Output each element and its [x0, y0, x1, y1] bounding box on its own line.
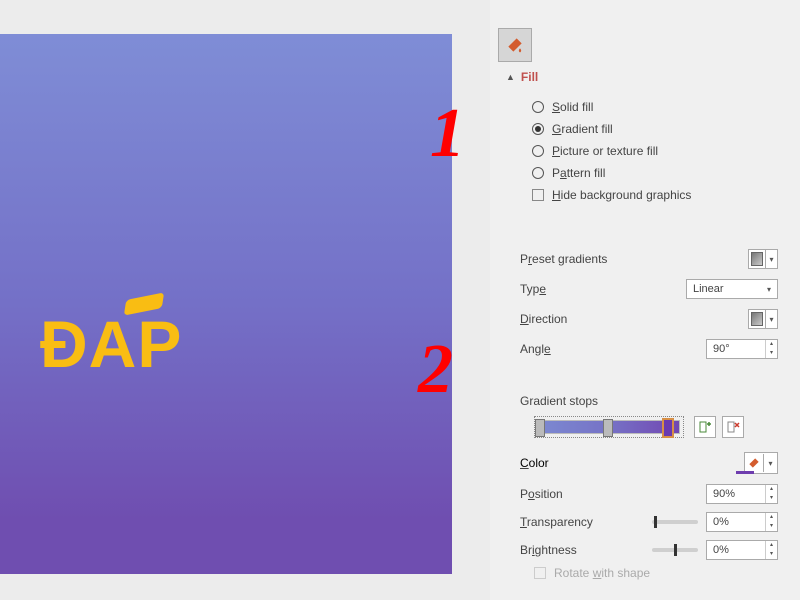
radio-label: Pattern fill	[552, 166, 605, 180]
gradient-stops-strip[interactable]	[534, 416, 684, 438]
transparency-slider[interactable]	[652, 520, 698, 524]
rotate-with-shape-checkbox: Rotate with shape	[534, 566, 650, 580]
annotation-1: 1	[430, 94, 465, 174]
checkbox-label: Hide background graphics	[552, 188, 691, 202]
gradient-stop-1[interactable]	[535, 419, 545, 437]
gradient-settings: Preset gradients ▾ Type Linear ▾ Directi…	[520, 244, 778, 364]
chevron-down-icon: ▾	[763, 454, 777, 472]
radio-icon	[532, 145, 544, 157]
brightness-label: Brightness	[520, 543, 577, 557]
transparency-spinner[interactable]: 0% ▴▾	[706, 512, 778, 532]
brightness-slider[interactable]	[652, 548, 698, 552]
type-label: Type	[520, 282, 546, 296]
gradient-stop-3[interactable]	[663, 419, 673, 437]
radio-icon	[532, 167, 544, 179]
gradient-swatch-icon	[751, 252, 763, 266]
spinner-buttons[interactable]: ▴▾	[765, 513, 777, 531]
radio-picture-fill[interactable]: Picture or texture fill	[532, 140, 691, 162]
format-panel: ▲ Fill Solid fill Gradient fill Picture …	[490, 0, 800, 600]
radio-label: Picture or texture fill	[552, 144, 658, 158]
transparency-value: 0%	[713, 516, 729, 528]
fill-options-group: Solid fill Gradient fill Picture or text…	[532, 96, 691, 206]
type-value: Linear	[693, 283, 724, 295]
brightness-value: 0%	[713, 544, 729, 556]
radio-pattern-fill[interactable]: Pattern fill	[532, 162, 691, 184]
preset-gradients-dropdown[interactable]: ▾	[748, 249, 778, 269]
spinner-buttons[interactable]: ▴▾	[765, 340, 777, 358]
gradient-preview[interactable]	[538, 420, 680, 434]
radio-gradient-fill[interactable]: Gradient fill	[532, 118, 691, 140]
radio-label: Gradient fill	[552, 122, 613, 136]
angle-value: 90°	[713, 343, 730, 355]
slide-canvas[interactable]: ĐAP	[0, 34, 452, 574]
remove-stop-icon	[726, 420, 740, 434]
chevron-down-icon: ▾	[765, 310, 777, 328]
chevron-down-icon: ▾	[765, 250, 777, 268]
radio-icon	[532, 101, 544, 113]
collapse-triangle-icon: ▲	[506, 72, 515, 82]
fill-section-header[interactable]: ▲ Fill	[506, 70, 538, 84]
preset-gradients-label: Preset gradients	[520, 252, 607, 266]
checkbox-icon	[534, 567, 546, 579]
angle-spinner[interactable]: 90° ▴▾	[706, 339, 778, 359]
paint-bucket-icon	[745, 456, 763, 470]
checkbox-icon	[532, 189, 544, 201]
add-stop-icon	[698, 420, 712, 434]
annotation-2: 2	[418, 330, 453, 410]
radio-label: Solid fill	[552, 100, 593, 114]
logo-text: ĐAP	[40, 306, 182, 382]
type-dropdown[interactable]: Linear ▾	[686, 279, 778, 299]
gradient-swatch-icon	[751, 312, 763, 326]
spinner-buttons[interactable]: ▴▾	[765, 485, 777, 503]
checkbox-hide-bg[interactable]: Hide background graphics	[532, 184, 691, 206]
color-label: Color	[520, 456, 549, 470]
fill-section-title: Fill	[521, 70, 538, 84]
radio-solid-fill[interactable]: Solid fill	[532, 96, 691, 118]
direction-label: Direction	[520, 312, 567, 326]
position-spinner[interactable]: 90% ▴▾	[706, 484, 778, 504]
gradient-stop-2[interactable]	[603, 419, 613, 437]
position-label: Position	[520, 487, 563, 501]
angle-label: Angle	[520, 342, 551, 356]
gradient-stops-label: Gradient stops	[520, 394, 598, 408]
remove-stop-button[interactable]	[722, 416, 744, 438]
transparency-label: Transparency	[520, 515, 593, 529]
add-stop-button[interactable]	[694, 416, 716, 438]
rotate-label: Rotate with shape	[554, 566, 650, 580]
paint-bucket-icon	[505, 35, 525, 55]
chevron-down-icon: ▾	[767, 285, 771, 294]
spinner-buttons[interactable]: ▴▾	[765, 541, 777, 559]
direction-dropdown[interactable]: ▾	[748, 309, 778, 329]
radio-icon	[532, 123, 544, 135]
color-underline	[736, 471, 754, 474]
brightness-spinner[interactable]: 0% ▴▾	[706, 540, 778, 560]
position-value: 90%	[713, 488, 735, 500]
fill-tab-button[interactable]	[498, 28, 532, 62]
